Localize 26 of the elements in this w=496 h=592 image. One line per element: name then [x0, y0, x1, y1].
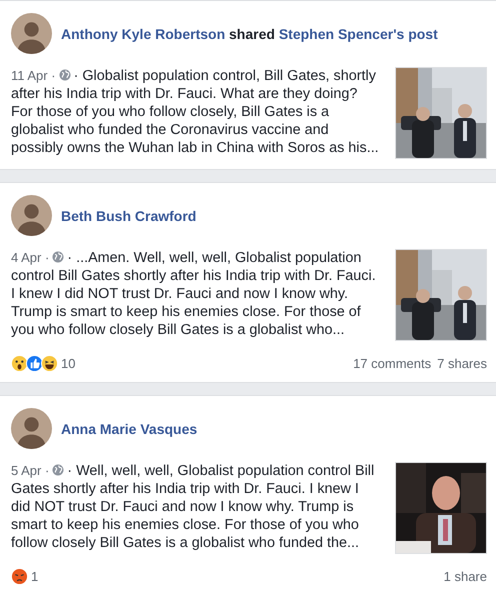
comments-count[interactable]: 17 comments: [353, 356, 432, 371]
globe-icon: [58, 69, 71, 81]
post-text: 11 Apr · · Globalist population control, Bill Gates, shortly after his India trip with Dr. Fauci. What are they doing? For those of you who follow closely, Bill Gates is a globalist who funded the Coronavirus vaccine and possibly owns the Wuhan lab in China with Soros as his...: [11, 67, 380, 157]
avatar[interactable]: [11, 408, 52, 449]
post-text: 5 Apr · · Well, well, well, Globalist population control Bill Gates shortly after his India trip with Dr. Fauci. I knew I did NOT trust Dr. Fauci and now I know why. Trump is smart to keep his enemies close. For those of you who follow closely Bill Gates is a globalist who funded the...: [11, 462, 376, 552]
shared-post-link[interactable]: Stephen Spencer's post: [278, 26, 438, 42]
shares-count[interactable]: 1 share: [444, 569, 487, 584]
author-link[interactable]: Anthony Kyle Robertson: [61, 26, 226, 42]
globe-icon: [52, 464, 64, 476]
shares-count[interactable]: 7 shares: [437, 356, 487, 371]
author-link[interactable]: Anna Marie Vasques: [61, 420, 198, 436]
avatar[interactable]: [11, 195, 52, 236]
reaction-count[interactable]: 10: [61, 356, 76, 371]
avatar[interactable]: [11, 13, 52, 54]
post-date[interactable]: 5 Apr ·: [11, 463, 50, 478]
post-heading: Anthony Kyle Robertson shared Stephen Spencer's post: [61, 26, 438, 42]
wow-reaction-icon: [11, 355, 28, 372]
globe-icon: [52, 251, 64, 263]
reaction-count[interactable]: 1: [31, 569, 38, 584]
post-date[interactable]: 4 Apr ·: [11, 250, 50, 265]
haha-reaction-icon: [41, 355, 58, 372]
post-date[interactable]: 11 Apr ·: [11, 68, 56, 83]
like-reaction-icon: [26, 355, 43, 372]
author-link[interactable]: Beth Bush Crawford: [61, 208, 196, 224]
post-text: 4 Apr · · ...Amen. Well, well, well, Globalist population control Bill Gates shortly after his India trip with Dr. Fauci. I knew I did NOT trust Dr. Fauci and now I know why. Trump is smart to keep his enemies close. For those of you who follow closely Bill Gates is a globalist who...: [11, 249, 377, 339]
angry-reaction-icon: [11, 568, 28, 585]
